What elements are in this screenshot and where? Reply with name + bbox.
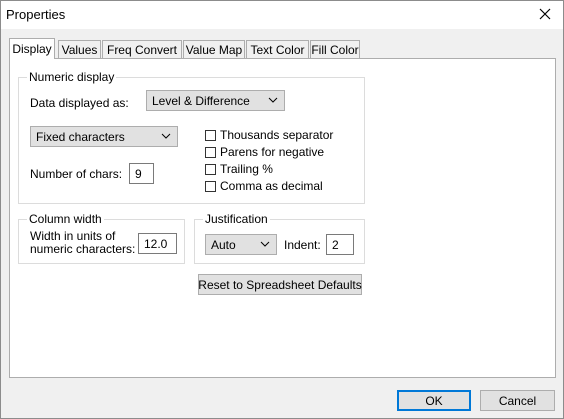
tab-text-color[interactable]: Text Color <box>246 40 309 58</box>
close-icon <box>539 8 551 20</box>
justification-label: Justification <box>203 212 270 226</box>
column-width-group: Column width Width in units of numeric c… <box>18 212 185 264</box>
checkbox-box <box>205 163 216 175</box>
data-displayed-select[interactable]: Level & Difference <box>146 90 285 111</box>
numeric-display-label: Numeric display <box>27 70 117 84</box>
parens-negative-checkbox[interactable]: Parens for negative <box>205 145 324 159</box>
column-width-label: Column width <box>27 212 104 226</box>
tab-values[interactable]: Values <box>58 40 101 58</box>
reset-defaults-button[interactable]: Reset to Spreadsheet Defaults <box>198 274 362 295</box>
ok-button[interactable]: OK <box>397 390 471 411</box>
display-tab-panel: Numeric display Data displayed as: Level… <box>9 58 556 378</box>
justification-select[interactable]: Auto <box>205 234 277 255</box>
width-units-label-line1: Width in units of <box>30 229 116 243</box>
trailing-percent-checkbox[interactable]: Trailing % <box>205 162 273 176</box>
close-button[interactable] <box>533 3 557 25</box>
checkbox-box <box>205 180 216 192</box>
indent-input[interactable]: 2 <box>326 234 354 255</box>
checkbox-box <box>205 146 216 158</box>
num-chars-input[interactable]: 9 <box>129 163 154 184</box>
column-width-input[interactable]: 12.0 <box>138 233 177 254</box>
data-displayed-label: Data displayed as: <box>30 96 129 110</box>
thousands-separator-checkbox[interactable]: Thousands separator <box>205 128 333 142</box>
tab-freq-convert[interactable]: Freq Convert <box>102 40 182 58</box>
justification-group: Justification Auto Indent: 2 <box>194 212 365 264</box>
tab-fill-color[interactable]: Fill Color <box>310 40 360 58</box>
width-units-label-line2: numeric characters: <box>30 242 136 256</box>
window-title: Properties <box>6 7 66 22</box>
checkbox-box <box>205 129 216 141</box>
properties-dialog: Properties Display Values Freq Convert V… <box>0 0 564 419</box>
cancel-button[interactable]: Cancel <box>480 390 555 411</box>
chevron-down-icon <box>161 133 171 139</box>
indent-label: Indent: <box>284 238 321 252</box>
chevron-down-icon <box>268 97 278 103</box>
comma-decimal-checkbox[interactable]: Comma as decimal <box>205 179 323 193</box>
tab-display[interactable]: Display <box>9 38 55 59</box>
title-bar: Properties <box>1 1 563 29</box>
tab-value-map[interactable]: Value Map <box>183 40 245 58</box>
format-select[interactable]: Fixed characters <box>30 126 178 147</box>
numeric-display-group: Numeric display Data displayed as: Level… <box>18 70 365 204</box>
chevron-down-icon <box>260 241 270 247</box>
num-chars-label: Number of chars: <box>30 167 123 181</box>
